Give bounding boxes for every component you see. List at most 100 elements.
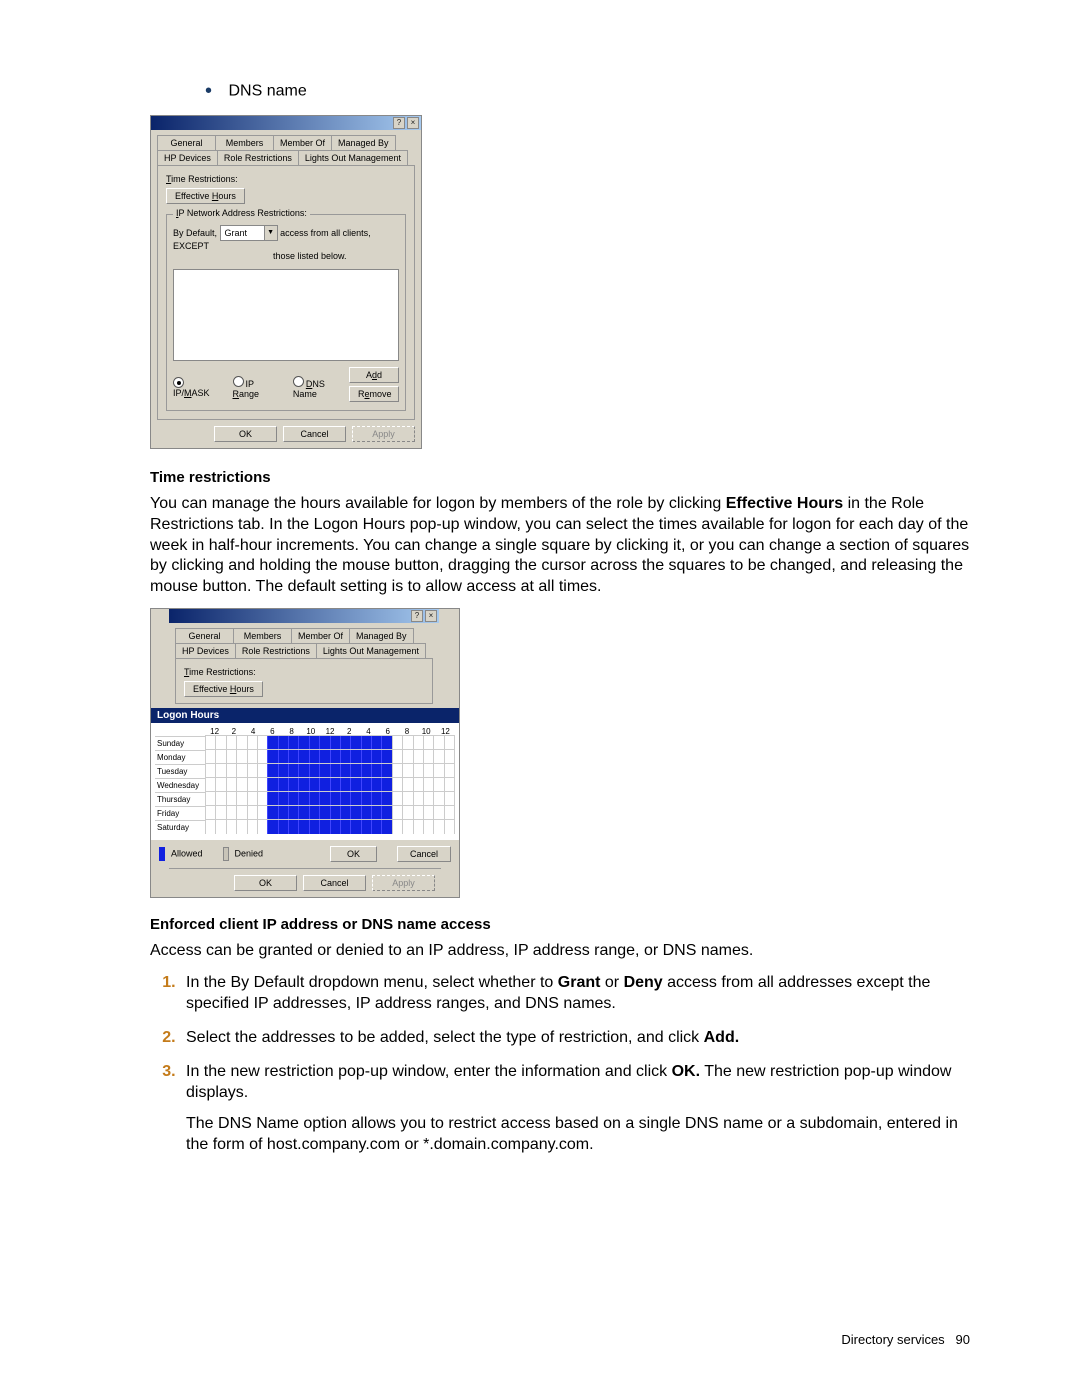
close-icon[interactable]: × xyxy=(425,610,437,622)
hour-cell[interactable] xyxy=(361,750,371,764)
hour-cell[interactable] xyxy=(288,792,298,806)
hour-cell[interactable] xyxy=(298,806,308,820)
hour-cell[interactable] xyxy=(371,792,381,806)
tab-hp-devices[interactable]: HP Devices xyxy=(157,150,218,165)
hour-cell[interactable] xyxy=(319,792,329,806)
hour-cell[interactable] xyxy=(298,764,308,778)
hour-cell[interactable] xyxy=(350,750,360,764)
hour-cell[interactable] xyxy=(444,792,455,806)
hour-cell[interactable] xyxy=(371,806,381,820)
hour-cell[interactable] xyxy=(267,792,277,806)
hour-cell[interactable] xyxy=(319,820,329,834)
hour-cell[interactable] xyxy=(205,736,215,750)
hour-cell[interactable] xyxy=(423,806,433,820)
hour-cell[interactable] xyxy=(205,764,215,778)
hour-cell[interactable] xyxy=(330,820,340,834)
hour-cell[interactable] xyxy=(267,820,277,834)
hour-cell[interactable] xyxy=(247,736,257,750)
hour-cell[interactable] xyxy=(247,806,257,820)
cancel-button-2[interactable]: Cancel xyxy=(303,875,366,891)
hours-grid[interactable]: 122468101224681012 SundayMondayTuesdayWe… xyxy=(151,723,459,840)
hour-cell[interactable] xyxy=(236,820,246,834)
hour-cell[interactable] xyxy=(444,750,455,764)
hour-cell[interactable] xyxy=(361,806,371,820)
hour-cell[interactable] xyxy=(433,750,443,764)
hour-cell[interactable] xyxy=(340,806,350,820)
hour-cell[interactable] xyxy=(423,778,433,792)
hour-cell[interactable] xyxy=(413,764,423,778)
tab-lights-out-management[interactable]: Lights Out Management xyxy=(298,150,408,165)
tab-members[interactable]: Members xyxy=(215,135,274,150)
hour-cell[interactable] xyxy=(350,764,360,778)
hour-cell[interactable] xyxy=(413,736,423,750)
hour-cell[interactable] xyxy=(298,820,308,834)
hour-cell[interactable] xyxy=(309,820,319,834)
hour-cell[interactable] xyxy=(402,736,412,750)
tab-general[interactable]: General xyxy=(157,135,216,150)
tab-general[interactable]: General xyxy=(175,628,234,643)
hour-cell[interactable] xyxy=(205,778,215,792)
hour-cell[interactable] xyxy=(309,792,319,806)
ok-button[interactable]: OK xyxy=(214,426,277,442)
hour-cell[interactable] xyxy=(350,820,360,834)
hour-cell[interactable] xyxy=(319,778,329,792)
hour-cell[interactable] xyxy=(319,806,329,820)
tab-role-restrictions[interactable]: Role Restrictions xyxy=(235,643,317,658)
hour-cell[interactable] xyxy=(247,778,257,792)
hour-cell[interactable] xyxy=(288,778,298,792)
tab-member-of[interactable]: Member Of xyxy=(273,135,332,150)
hour-cell[interactable] xyxy=(413,806,423,820)
hour-cell[interactable] xyxy=(257,806,267,820)
add-button[interactable]: Add xyxy=(349,367,399,383)
hour-cell[interactable] xyxy=(371,820,381,834)
hour-cell[interactable] xyxy=(226,792,236,806)
hour-cell[interactable] xyxy=(423,820,433,834)
hour-cell[interactable] xyxy=(361,778,371,792)
effective-hours-button-2[interactable]: Effective Hours xyxy=(184,681,263,697)
hour-cell[interactable] xyxy=(298,792,308,806)
hour-cell[interactable] xyxy=(402,806,412,820)
hour-cell[interactable] xyxy=(444,806,455,820)
hour-cell[interactable] xyxy=(392,792,402,806)
hour-cell[interactable] xyxy=(433,736,443,750)
hour-cell[interactable] xyxy=(215,778,225,792)
hour-cell[interactable] xyxy=(413,792,423,806)
radio-iprange[interactable]: IP Range xyxy=(233,376,281,399)
hour-cell[interactable] xyxy=(298,778,308,792)
hour-cell[interactable] xyxy=(278,806,288,820)
hour-cell[interactable] xyxy=(392,764,402,778)
hour-cell[interactable] xyxy=(247,792,257,806)
hour-cell[interactable] xyxy=(278,736,288,750)
hour-cell[interactable] xyxy=(330,778,340,792)
hour-cell[interactable] xyxy=(298,750,308,764)
hour-cell[interactable] xyxy=(319,764,329,778)
hour-cell[interactable] xyxy=(392,750,402,764)
hour-cell[interactable] xyxy=(267,736,277,750)
hour-cell[interactable] xyxy=(402,764,412,778)
hour-cell[interactable] xyxy=(392,736,402,750)
hour-cell[interactable] xyxy=(215,820,225,834)
hour-cell[interactable] xyxy=(392,778,402,792)
hour-cell[interactable] xyxy=(402,778,412,792)
hour-cell[interactable] xyxy=(444,764,455,778)
hour-cell[interactable] xyxy=(423,764,433,778)
hour-cell[interactable] xyxy=(433,764,443,778)
hour-cell[interactable] xyxy=(402,820,412,834)
hour-cell[interactable] xyxy=(350,806,360,820)
hour-cell[interactable] xyxy=(215,792,225,806)
hour-cell[interactable] xyxy=(413,750,423,764)
hour-cell[interactable] xyxy=(236,778,246,792)
hour-cell[interactable] xyxy=(340,792,350,806)
hour-cell[interactable] xyxy=(288,736,298,750)
hour-cell[interactable] xyxy=(309,736,319,750)
hour-cell[interactable] xyxy=(257,778,267,792)
radio-ipmask[interactable]: IP/MASK xyxy=(173,377,221,399)
hour-cell[interactable] xyxy=(444,736,455,750)
help-icon[interactable]: ? xyxy=(393,117,405,129)
hour-cell[interactable] xyxy=(278,820,288,834)
hour-cell[interactable] xyxy=(215,806,225,820)
hour-cell[interactable] xyxy=(278,764,288,778)
hour-cell[interactable] xyxy=(340,736,350,750)
hour-cell[interactable] xyxy=(423,750,433,764)
hour-cell[interactable] xyxy=(236,792,246,806)
